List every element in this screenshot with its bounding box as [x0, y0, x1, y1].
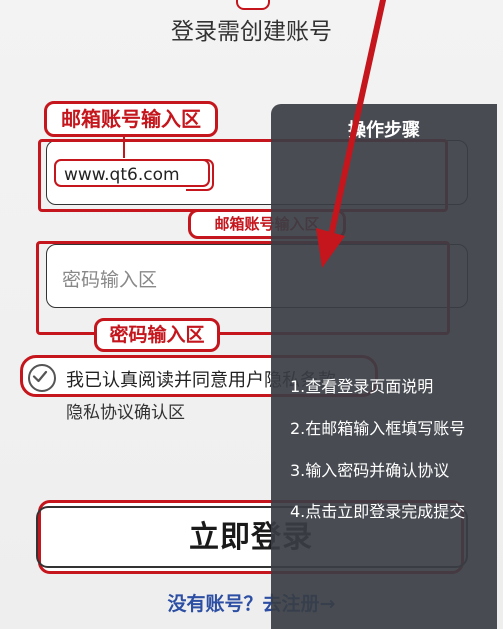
- arrow-down-icon: [316, 0, 386, 268]
